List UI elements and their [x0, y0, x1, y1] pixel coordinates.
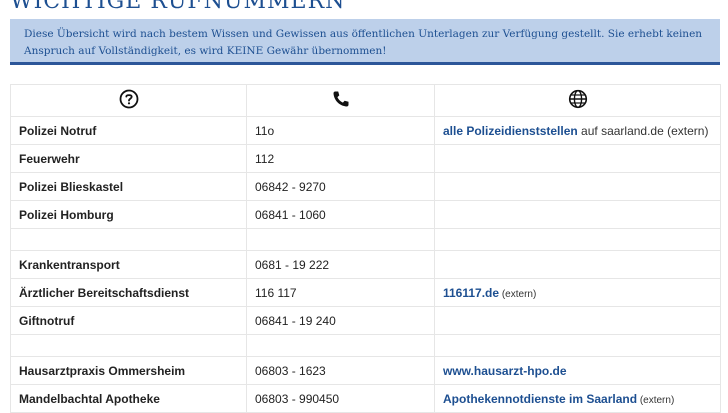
row-name: Feuerwehr [10, 144, 247, 173]
row-web [434, 200, 721, 229]
row-web [434, 250, 721, 279]
row-web: 116117.de (extern) [434, 278, 721, 307]
row-web [434, 228, 721, 251]
116117-link[interactable]: 116117.de [443, 286, 499, 300]
row-phone: 116 117 [246, 278, 435, 307]
row-phone: 06842 - 9270 [246, 172, 435, 201]
row-phone: 06803 - 1623 [246, 356, 435, 385]
row-phone: 112 [246, 144, 435, 173]
disclaimer-notice: Diese Übersicht wird nach bestem Wissen … [10, 19, 720, 65]
table-row: Polizei Notruf 11o alle Polizeidienstste… [10, 116, 721, 145]
row-web: www.hausarzt-hpo.de [434, 356, 721, 385]
row-phone [246, 228, 435, 251]
row-phone: 06841 - 19 240 [246, 306, 435, 335]
row-name: Krankentransport [10, 250, 247, 279]
spacer-row [10, 228, 721, 251]
phone-numbers-table-container: Polizei Notruf 11o alle Polizeidienstste… [10, 84, 721, 413]
polizeidienststellen-link[interactable]: alle Polizeidienststellen [443, 124, 578, 138]
table-row: Giftnotruf 06841 - 19 240 [10, 306, 721, 335]
row-name: Polizei Blieskastel [10, 172, 247, 201]
table-row: Hausarztpraxis Ommersheim 06803 - 1623 w… [10, 356, 721, 385]
row-web-suffix: auf saarland.de (extern) [577, 123, 709, 138]
row-web [434, 172, 721, 201]
row-name: Giftnotruf [10, 306, 247, 335]
row-name [10, 228, 247, 251]
row-phone: 0681 - 19 222 [246, 250, 435, 279]
row-phone: 11o [246, 116, 435, 145]
table-row: Ärztlicher Bereitschaftsdienst 116 117 1… [10, 278, 721, 307]
question-icon [119, 89, 139, 112]
header-web-column [434, 84, 721, 117]
row-name: Polizei Homburg [10, 200, 247, 229]
row-phone: 06841 - 1060 [246, 200, 435, 229]
apothekennotdienste-link[interactable]: Apothekennotdienste im Saarland [443, 392, 637, 406]
table-row: Krankentransport 0681 - 19 222 [10, 250, 721, 279]
table-header-row [10, 84, 721, 117]
header-phone-column [246, 84, 435, 117]
header-name-column [10, 84, 247, 117]
row-name: Ärztlicher Bereitschaftsdienst [10, 278, 247, 307]
row-name [10, 334, 247, 357]
table-row: Feuerwehr 112 [10, 144, 721, 173]
row-web: alle Polizeidienststellen auf saarland.d… [434, 116, 721, 145]
row-name: Mandelbachtal Apotheke [10, 384, 247, 413]
phone-numbers-table: Polizei Notruf 11o alle Polizeidienstste… [10, 84, 721, 413]
row-web: Apothekennotdienste im Saarland (extern) [434, 384, 721, 413]
globe-icon [568, 89, 588, 112]
row-web-suffix: (extern) [637, 394, 675, 406]
page-title: WICHTIGE RUFNUMMERN [10, 0, 346, 14]
phone-icon [331, 89, 351, 112]
row-name: Hausarztpraxis Ommersheim [10, 356, 247, 385]
row-web-suffix: (extern) [499, 288, 537, 300]
row-web [434, 334, 721, 357]
row-name: Polizei Notruf [10, 116, 247, 145]
table-row: Mandelbachtal Apotheke 06803 - 990450 Ap… [10, 384, 721, 413]
row-web [434, 144, 721, 173]
spacer-row [10, 334, 721, 357]
table-row: Polizei Homburg 06841 - 1060 [10, 200, 721, 229]
row-phone: 06803 - 990450 [246, 384, 435, 413]
table-row: Polizei Blieskastel 06842 - 9270 [10, 172, 721, 201]
row-phone [246, 334, 435, 357]
row-web [434, 306, 721, 335]
hausarzt-link[interactable]: www.hausarzt-hpo.de [443, 364, 567, 378]
